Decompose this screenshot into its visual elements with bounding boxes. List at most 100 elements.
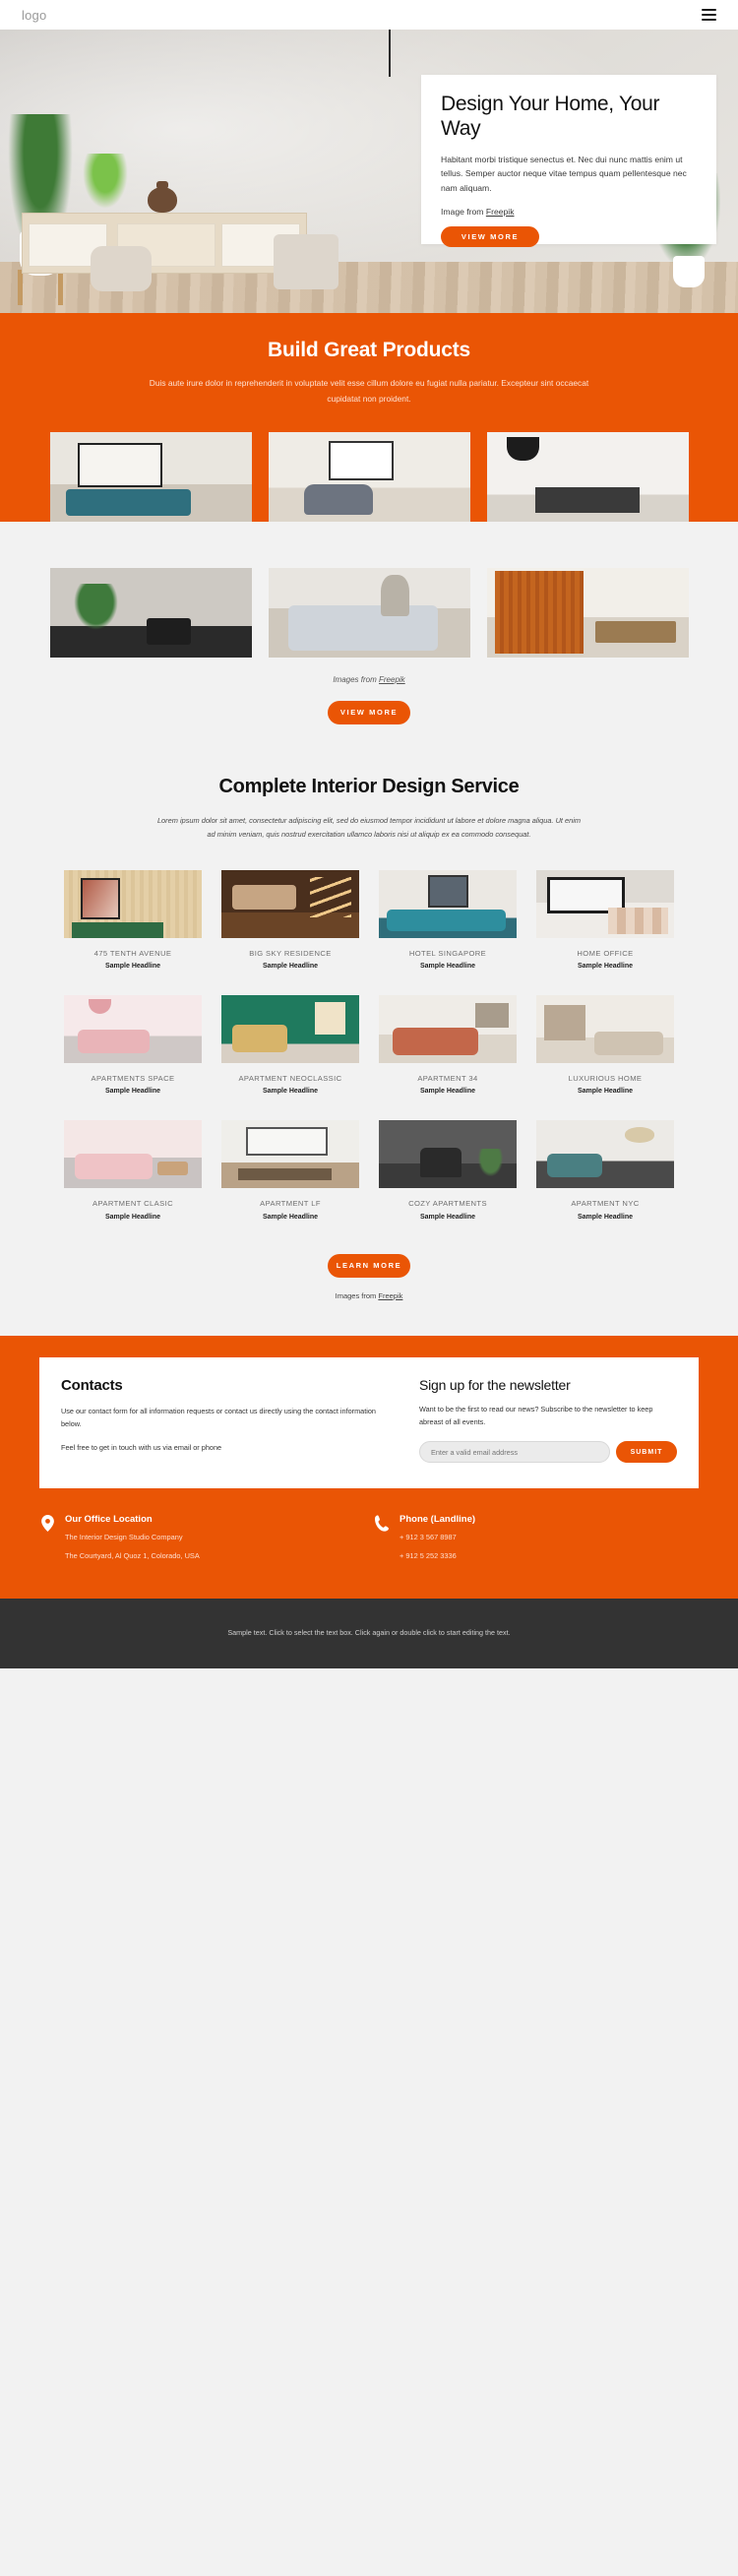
interior-design-service-section: Complete Interior Design Service Lorem i… (0, 723, 738, 1336)
contacts-paragraph-1: Use our contact form for all information… (61, 1406, 376, 1428)
band-gallery-row-2-wrapper: Images from Freepik VIEW MORE (0, 521, 738, 724)
service-card-subtitle: Sample Headline (104, 963, 161, 971)
gallery-image[interactable] (49, 567, 252, 658)
phone-icon (374, 1514, 390, 1562)
phone-block: Phone (Landline) + 912 3 567 8987 + 912 … (374, 1514, 475, 1562)
service-credit-link[interactable]: Freepik (378, 1291, 402, 1300)
gallery-image[interactable] (486, 567, 689, 658)
service-card-subtitle: Sample Headline (262, 963, 319, 971)
service-card-thumbnail (536, 1120, 674, 1189)
office-location-text: Our Office Location The Interior Design … (65, 1514, 200, 1562)
service-card-title: HOME OFFICE (577, 948, 634, 958)
hero-view-more-button[interactable]: VIEW MORE (441, 225, 539, 247)
footer-text: Sample text. Click to select the text bo… (227, 1627, 511, 1637)
site-footer: Sample text. Click to select the text bo… (0, 1598, 738, 1668)
hero-title: Design Your Home, Your Way (441, 93, 660, 140)
service-card[interactable]: HOTEL SINGAPORE Sample Headline (379, 869, 517, 970)
band-view-more-button[interactable]: VIEW MORE (328, 700, 410, 724)
hero-sideboard (22, 213, 307, 274)
hero-credit-prefix: Image from (441, 206, 486, 217)
service-card-thumbnail (379, 869, 517, 938)
hero-section: Design Your Home, Your Way Habitant morb… (0, 30, 738, 313)
service-card-title: APARTMENT NYC (571, 1199, 640, 1209)
contacts-paragraph-2: Feel free to get in touch with us via em… (61, 1443, 222, 1453)
service-card-subtitle: Sample Headline (104, 1088, 161, 1096)
newsletter-block: Sign up for the newsletter Want to be th… (419, 1376, 677, 1464)
service-card[interactable]: APARTMENT LF Sample Headline (221, 1120, 359, 1221)
gallery-image[interactable] (268, 431, 470, 522)
service-card[interactable]: APARTMENT 34 Sample Headline (379, 995, 517, 1095)
service-card-thumbnail (221, 995, 359, 1064)
phone-line-2: + 912 5 252 3336 (400, 1551, 457, 1561)
service-title: Complete Interior Design Service (218, 775, 520, 797)
gallery-image[interactable] (486, 431, 689, 522)
service-card-thumbnail (536, 869, 674, 938)
service-card[interactable]: 475 TENTH AVENUE Sample Headline (64, 869, 202, 971)
office-location-block: Our Office Location The Interior Design … (39, 1514, 374, 1562)
contact-details: Our Office Location The Interior Design … (39, 1514, 699, 1562)
office-line-2: The Courtyard, Al Quoz 1, Colorado, USA (65, 1551, 200, 1561)
service-card[interactable]: HOME OFFICE Sample Headline (536, 869, 674, 971)
service-card-title: APARTMENT LF (260, 1199, 321, 1209)
service-card-title: BIG SKY RESIDENCE (249, 948, 332, 958)
service-card-thumbnail (64, 995, 202, 1064)
newsletter-form: SUBMIT (419, 1441, 677, 1464)
band-paragraph: Duis aute irure dolor in reprehenderit i… (149, 378, 589, 405)
band-cta-wrapper: VIEW MORE (0, 700, 738, 724)
service-card-title: APARTMENT NEOCLASSIC (238, 1074, 342, 1084)
service-card-title: APARTMENT 34 (417, 1074, 478, 1084)
service-card[interactable]: BIG SKY RESIDENCE Sample Headline (221, 869, 359, 971)
office-line-1: The Interior Design Studio Company (65, 1533, 183, 1542)
hero-planter-stand (18, 270, 63, 305)
service-card[interactable]: APARTMENT CLASIC Sample Headline (64, 1120, 202, 1221)
service-cta-wrapper: LEARN MORE (0, 1253, 738, 1278)
site-header: logo (0, 0, 738, 30)
service-card-thumbnail (221, 1120, 359, 1189)
gallery-image[interactable] (49, 431, 252, 522)
newsletter-heading: Sign up for the newsletter (419, 1376, 571, 1393)
submit-button[interactable]: SUBMIT (616, 1441, 677, 1464)
hero-image-credit: Image from Freepik (441, 207, 697, 217)
service-card-thumbnail (64, 869, 202, 938)
service-card-thumbnail (64, 1120, 202, 1189)
location-pin-icon (39, 1514, 55, 1562)
phone-text: Phone (Landline) + 912 3 567 8987 + 912 … (400, 1514, 475, 1562)
service-card-title: LUXURIOUS HOME (568, 1074, 643, 1084)
service-grid-row-1: 475 TENTH AVENUE Sample Headline BIG SKY… (0, 869, 738, 971)
hero-vase (148, 181, 177, 213)
band-title: Build Great Products (267, 339, 471, 361)
service-card-subtitle: Sample Headline (577, 963, 634, 971)
band-credit-prefix: Images from (333, 674, 379, 684)
gallery-image[interactable] (268, 567, 470, 658)
band-gallery-row-1 (0, 431, 738, 522)
contact-card: Contacts Use our contact form for all in… (39, 1356, 699, 1489)
service-card-subtitle: Sample Headline (262, 1213, 319, 1221)
service-card[interactable]: APARTMENT NYC Sample Headline (536, 1120, 674, 1221)
hero-paragraph: Habitant morbi tristique senectus et. Ne… (441, 154, 687, 194)
hero-chair (274, 234, 338, 289)
hero-credit-link[interactable]: Freepik (486, 207, 515, 217)
contact-section: Contacts Use our contact form for all in… (0, 1335, 738, 1599)
service-card-thumbnail (379, 995, 517, 1064)
learn-more-button[interactable]: LEARN MORE (328, 1253, 410, 1278)
service-card-thumbnail (536, 995, 674, 1064)
service-card-title: APARTMENTS SPACE (91, 1074, 175, 1084)
logo[interactable]: logo (22, 8, 46, 23)
service-card[interactable]: APARTMENTS SPACE Sample Headline (64, 995, 202, 1095)
service-card[interactable]: LUXURIOUS HOME Sample Headline (536, 995, 674, 1095)
service-card-title: HOTEL SINGAPORE (408, 948, 487, 958)
service-card-subtitle: Sample Headline (577, 1213, 634, 1221)
service-card-subtitle: Sample Headline (104, 1213, 161, 1221)
hamburger-bar (702, 19, 716, 21)
contacts-heading: Contacts (61, 1376, 123, 1394)
service-grid-row-3: APARTMENT CLASIC Sample Headline APARTME… (0, 1120, 738, 1221)
newsletter-paragraph: Want to be the first to read our news? S… (419, 1404, 653, 1426)
email-input[interactable] (419, 1441, 610, 1464)
band-gallery-row-2 (0, 567, 738, 658)
band-credit-link[interactable]: Freepik (379, 675, 405, 684)
service-card[interactable]: COZY APARTMENTS Sample Headline (379, 1120, 517, 1221)
build-great-products-section: Build Great Products Duis aute irure dol… (0, 313, 738, 522)
service-card[interactable]: APARTMENT NEOCLASSIC Sample Headline (221, 995, 359, 1095)
service-card-thumbnail (379, 1120, 517, 1189)
hamburger-icon[interactable] (702, 9, 716, 21)
